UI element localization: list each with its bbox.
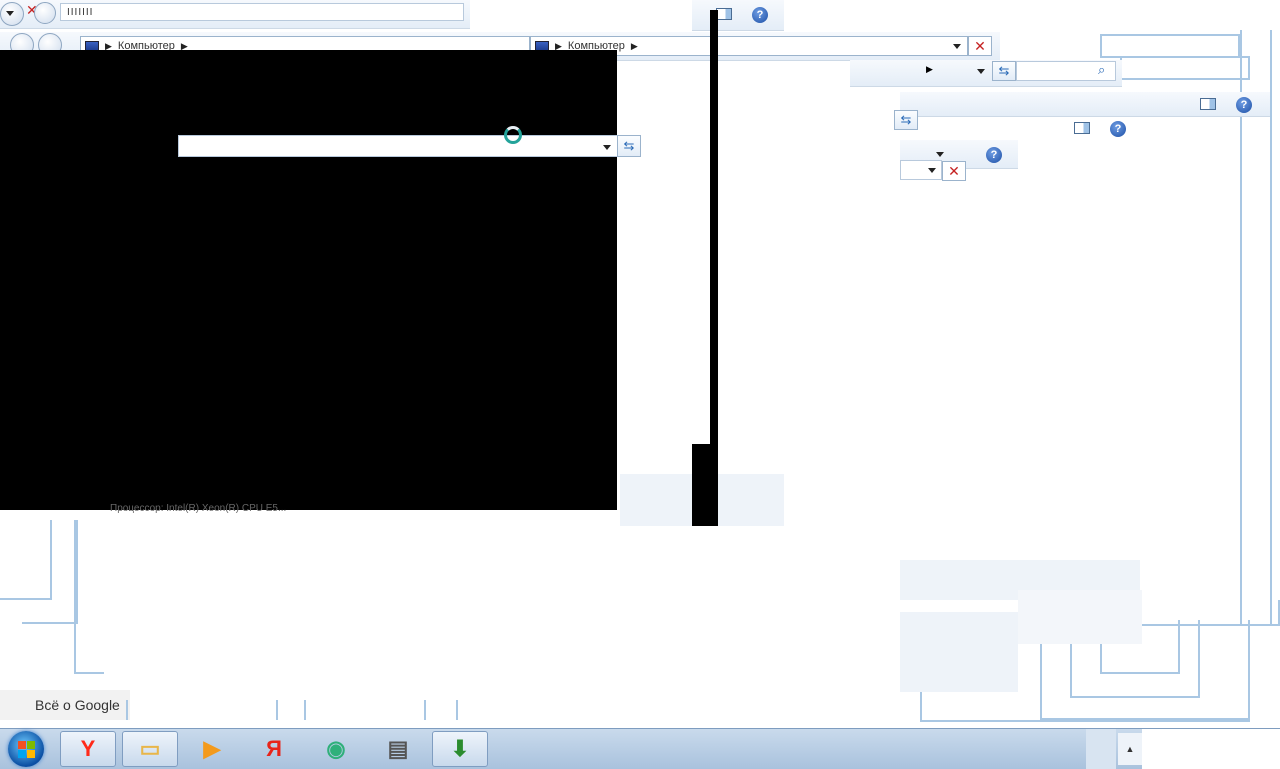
window-frame <box>74 520 104 674</box>
windows-logo-icon <box>17 740 35 758</box>
help-icon[interactable]: ? <box>1236 97 1252 113</box>
preview-pane-icon[interactable] <box>716 8 732 20</box>
window-body-right <box>1018 590 1142 644</box>
show-hidden-icons-button[interactable]: ▲ <box>1118 733 1142 765</box>
progress-text: IIIIIII <box>67 6 94 18</box>
chevron-down-icon[interactable] <box>953 44 961 49</box>
refresh-button[interactable]: ⇆ <box>894 110 918 130</box>
chevron-down-icon[interactable] <box>977 69 985 74</box>
internet-download-manager-icon: ⬇ <box>450 736 470 761</box>
window-titlebar <box>692 0 784 31</box>
media-player-icon: ▶ <box>203 736 221 761</box>
taskbar-app-button[interactable]: Y <box>60 731 116 767</box>
window-frame <box>126 700 926 720</box>
document-icon: ▤ <box>387 736 409 761</box>
start-button[interactable] <box>8 731 44 767</box>
window-body-right <box>900 612 1018 692</box>
breadcrumb-arrow-icon: ▶ <box>926 64 933 74</box>
refresh-button[interactable]: ⇆ <box>617 135 641 157</box>
close-icon: ✕ <box>974 37 986 54</box>
black-window <box>692 444 718 526</box>
refresh-button[interactable]: ⇆ <box>992 61 1016 81</box>
chevron-down-icon[interactable] <box>603 145 611 150</box>
notification-area <box>1086 729 1116 769</box>
preview-pane-icon[interactable] <box>1200 98 1216 110</box>
taskbar: Y ▭ ▶ Я ◉ ▤ ⬇ ▲ <box>0 728 1280 769</box>
window-frame <box>424 700 458 720</box>
chevron-down-icon[interactable] <box>928 168 936 173</box>
help-icon[interactable]: ? <box>752 7 768 23</box>
refresh-icon: ⇆ <box>623 138 635 153</box>
taskbar-app-button[interactable]: Я <box>246 731 302 767</box>
help-icon[interactable]: ? <box>1110 121 1126 137</box>
messenger-icon: ◉ <box>326 736 346 761</box>
yandex-icon: Я <box>266 736 282 761</box>
progress-bar: IIIIIII <box>60 3 464 21</box>
refresh-icon: ⇆ <box>998 63 1010 78</box>
yandex-browser-icon: Y <box>80 736 96 761</box>
taskbar-app-button[interactable]: ▤ <box>370 731 426 767</box>
file-explorer-icon: ▭ <box>139 736 161 761</box>
footer-link[interactable]: Всё о Google <box>35 697 120 713</box>
address-bar[interactable] <box>178 135 618 157</box>
close-address-button[interactable]: ✕ <box>942 161 966 181</box>
taskbar-app-button[interactable]: ▶ <box>184 731 240 767</box>
taskbar-app-button[interactable]: ▭ <box>122 731 178 767</box>
close-icon: ✕ <box>948 162 960 179</box>
black-window <box>0 50 617 510</box>
forward-button[interactable] <box>34 2 56 24</box>
preview-pane-icon[interactable] <box>1074 122 1090 134</box>
breadcrumb-arrow-icon: ▶ <box>630 40 638 51</box>
window-frame <box>1100 34 1240 58</box>
chevron-down-icon <box>6 11 14 16</box>
window-frame <box>1270 30 1280 626</box>
window-frame <box>22 520 78 624</box>
taskbar-app-button[interactable]: ◉ <box>308 731 364 767</box>
help-icon[interactable]: ? <box>986 147 1002 163</box>
taskbar-app-button[interactable]: ⬇ <box>432 731 488 767</box>
search-icon[interactable]: ⌕ <box>1098 62 1105 78</box>
chevron-down-icon[interactable] <box>936 152 944 157</box>
close-address-button[interactable]: ✕ <box>968 36 992 56</box>
chevron-up-icon: ▲ <box>1125 744 1135 754</box>
processor-info: Процессор: Intel(R) Xeon(R) CPU E5... <box>110 503 287 513</box>
notification-area <box>1142 729 1280 769</box>
window-frame <box>1120 56 1250 80</box>
loading-spinner-icon <box>504 126 522 144</box>
refresh-icon: ⇆ <box>900 112 912 127</box>
window-frame <box>276 700 306 720</box>
